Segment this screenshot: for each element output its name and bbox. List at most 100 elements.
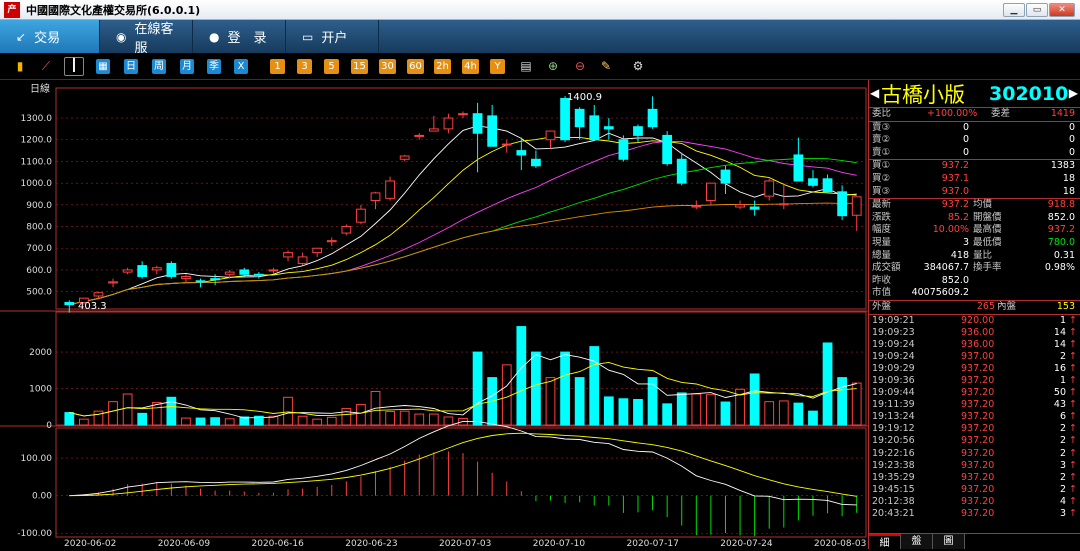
stat-value: 85.2 xyxy=(947,211,969,223)
user-icon: ● xyxy=(209,29,220,44)
volume-bar xyxy=(589,346,600,426)
up-arrow-icon: ↑ xyxy=(1069,411,1077,423)
candle-body xyxy=(166,262,177,277)
interval-3-button[interactable]: 3 xyxy=(297,59,312,74)
date-tick-label: 2020-07-24 xyxy=(720,539,773,549)
candle-body xyxy=(822,178,833,193)
candle-body xyxy=(108,281,118,284)
ask-label: 賣③ xyxy=(872,121,891,133)
kline-chart[interactable]: 日線 1300.0 1200.0 1100.0 1000.0 900.0 800.0 700… xyxy=(0,80,868,549)
high-marker: 1400.9 xyxy=(567,92,602,103)
close-button[interactable]: ✕ xyxy=(1049,3,1075,17)
eye-icon: ◉ xyxy=(116,29,127,44)
interval-year-button[interactable]: Y xyxy=(490,59,505,74)
volume-bar xyxy=(808,410,818,426)
tick-price: 937.20 xyxy=(961,495,995,507)
candle-body xyxy=(151,267,162,271)
zoom-in-icon[interactable]: ⊕ xyxy=(545,59,561,74)
candle-body xyxy=(224,271,235,275)
inner-value: 153 xyxy=(1056,300,1075,312)
maximize-button[interactable]: ▭ xyxy=(1026,3,1048,17)
interval-30-button[interactable]: 30 xyxy=(379,59,396,74)
stat-row: 現量 3 最低價 780.0 xyxy=(869,237,1080,250)
stat-value: 10.00% xyxy=(932,224,969,236)
settings-grid-icon[interactable]: ▤ xyxy=(518,59,534,74)
minimize-button[interactable]: ▁ xyxy=(1003,3,1025,17)
tab-board[interactable]: 盤 xyxy=(901,534,933,549)
price-tick-label: 500.0 xyxy=(26,288,52,298)
line-chart-icon[interactable]: ⟋ xyxy=(38,59,54,74)
period-day-button[interactable]: 日 xyxy=(124,59,138,74)
volume-bar xyxy=(749,373,760,426)
panel-tabs: 細 盤 圖 xyxy=(869,533,1080,549)
macd-tick-label: 100.00 xyxy=(21,454,53,464)
interval-2h-button[interactable]: 2h xyxy=(434,59,451,74)
tick-price: 937.20 xyxy=(961,508,995,519)
candle-body xyxy=(603,126,614,130)
candle-body xyxy=(370,192,381,201)
ask-price: 0 xyxy=(962,134,969,146)
candle-body xyxy=(662,134,673,165)
stat-label: 昨收 xyxy=(872,274,892,286)
candle-body xyxy=(735,204,745,208)
tab-online-service[interactable]: ◉ 在線客服 xyxy=(100,20,193,56)
gear-icon[interactable]: ⚙ xyxy=(630,59,646,74)
interval-60-button[interactable]: 60 xyxy=(407,59,424,74)
period-month-button[interactable]: 月 xyxy=(180,59,194,74)
inner-label: 內盤 xyxy=(997,300,1017,312)
tab-trade[interactable]: ↙ 交易 xyxy=(0,20,100,53)
stat-label: 最高價 xyxy=(973,224,1002,236)
weibi-value: +100.00% xyxy=(927,108,978,119)
interval-15-button[interactable]: 15 xyxy=(351,59,368,74)
candle-body xyxy=(487,115,498,147)
candlestick-icon[interactable]: ┃ xyxy=(64,57,84,76)
candle-body xyxy=(428,128,439,132)
volume-bar xyxy=(662,403,673,426)
candle-body xyxy=(283,252,293,258)
stat-label: 現量 xyxy=(872,236,892,248)
period-week-button[interactable]: 周 xyxy=(152,59,166,74)
tick-price: 937.20 xyxy=(961,447,995,459)
outer-value: 265 xyxy=(976,300,995,312)
up-arrow-icon: ↑ xyxy=(1069,314,1077,326)
calendar-icon[interactable]: ▦ xyxy=(96,59,110,74)
volume-bar xyxy=(837,377,848,426)
main-menu: ↙ 交易 ◉ 在線客服 ● 登 录 ▭ 开户 xyxy=(0,20,1080,56)
interval-1-button[interactable]: 1 xyxy=(270,59,285,74)
candle-body xyxy=(297,256,308,264)
ask-row: 賣① 0 0 xyxy=(869,147,1080,160)
tick-volume: 3 xyxy=(1059,459,1066,471)
bar-chart-icon[interactable]: ▮ xyxy=(12,59,28,74)
volume-bar xyxy=(78,418,89,426)
prev-arrow-icon[interactable]: ◀ xyxy=(870,86,879,100)
next-arrow-icon[interactable]: ▶ xyxy=(1069,86,1078,100)
volume-bar xyxy=(181,417,191,426)
stat-row: 漲跌 85.2 開盤價 852.0 xyxy=(869,212,1080,225)
volume-bar xyxy=(603,396,614,426)
draw-tool-icon[interactable]: ✎ xyxy=(598,59,614,74)
tick-time: 19:13:24 xyxy=(872,411,915,423)
tab-chart[interactable]: 圖 xyxy=(933,534,965,549)
tab-open-account[interactable]: ▭ 开户 xyxy=(286,20,379,53)
volume-bar xyxy=(137,412,148,426)
tick-price: 937.20 xyxy=(961,411,995,423)
bid-volume: 18 xyxy=(1062,185,1075,197)
period-x-button[interactable]: X xyxy=(234,59,248,74)
volume-bar xyxy=(516,326,527,426)
tick-price: 937.20 xyxy=(961,387,995,399)
interval-5-button[interactable]: 5 xyxy=(324,59,339,74)
tick-volume: 2 xyxy=(1059,423,1066,435)
volume-tick-label: 0 xyxy=(46,421,52,431)
tab-detail[interactable]: 細 xyxy=(869,534,901,549)
tick-list: 19:09:21 920.00 1 ↑ 19:09:23 936.00 14 ↑ 19:09:2… xyxy=(869,315,1080,521)
period-season-button[interactable]: 季 xyxy=(207,59,221,74)
stats-list: 最新 937.2 均價 918.8 漲跌 85.2 開盤價 852.0 幅度 10.00% 最高價 9… xyxy=(869,199,1080,300)
interval-4h-button[interactable]: 4h xyxy=(462,59,479,74)
date-axis: 2020-06-02 2020-06-09 2020-06-16 2020-06-23… xyxy=(64,539,866,549)
zoom-out-icon[interactable]: ⊖ xyxy=(572,59,588,74)
candle-body xyxy=(764,180,775,197)
tab-login[interactable]: ● 登 录 xyxy=(193,20,286,53)
volume-bar xyxy=(385,411,395,426)
volume-bar xyxy=(618,398,629,426)
quote-header: ◀ 古橋小版 302010 ▶ xyxy=(869,80,1080,108)
